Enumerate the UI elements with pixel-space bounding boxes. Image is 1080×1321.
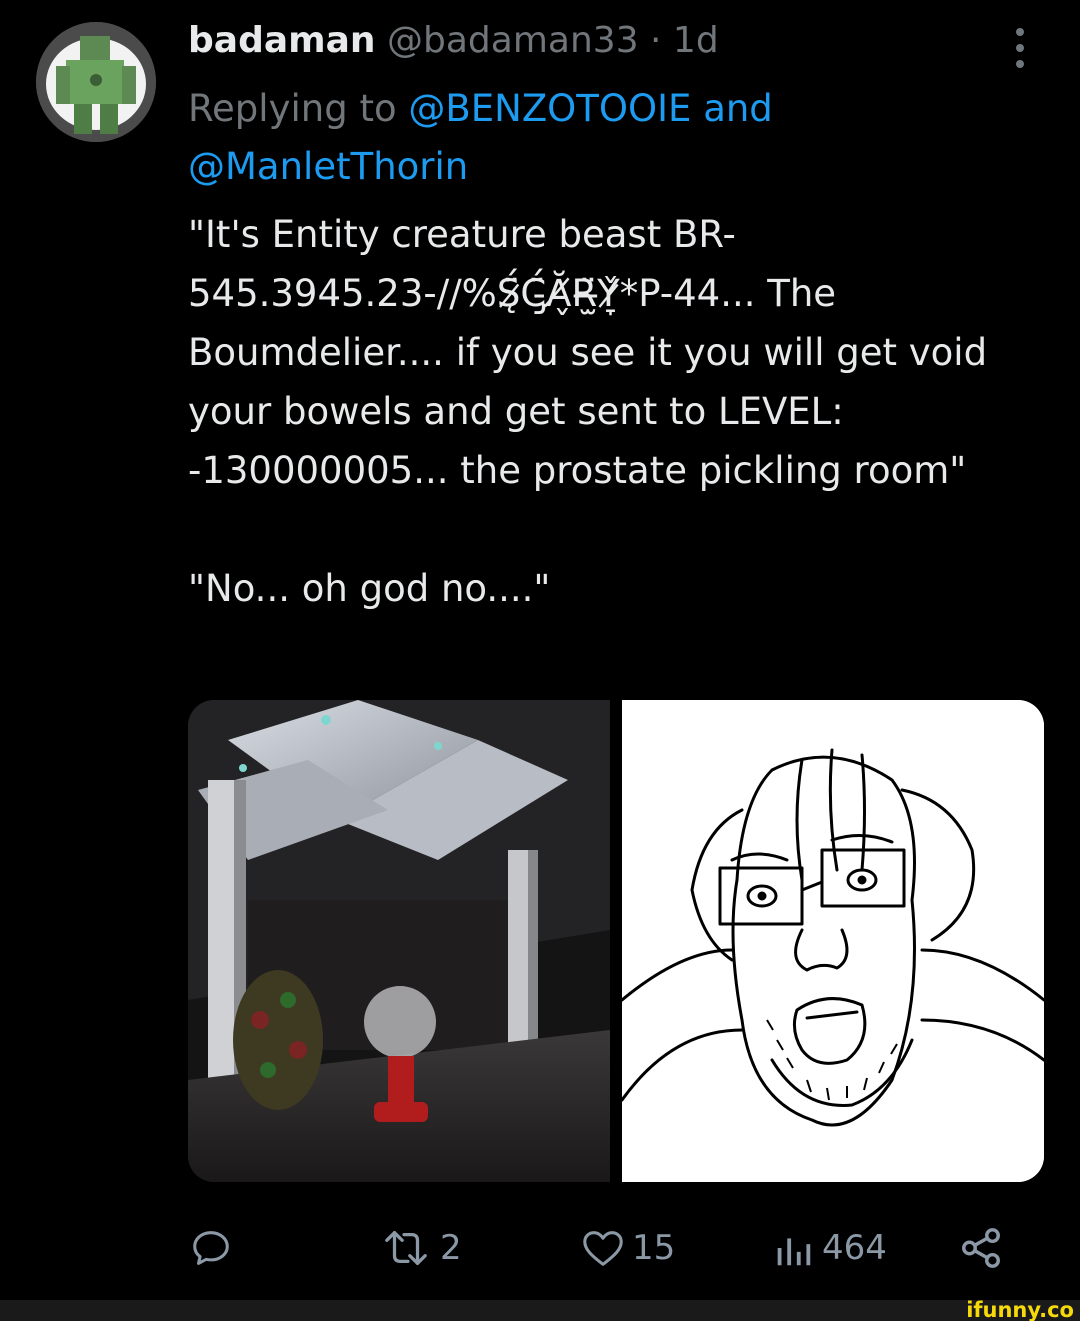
retweet-button[interactable]: 2 (378, 1218, 462, 1278)
speech-bubble-icon (193, 1231, 229, 1265)
tweet-actions: 2 15 464 (188, 1218, 1038, 1278)
like-count: 15 (632, 1228, 676, 1268)
avatar[interactable] (36, 22, 156, 142)
retweet-icon (385, 1231, 427, 1265)
share-nodes-icon (962, 1228, 1000, 1268)
tweet-header: badaman @badaman33 · 1d (188, 18, 719, 64)
reply-conjunction: and (703, 87, 773, 130)
reply-prefix: Replying to (188, 87, 397, 130)
views-count: 464 (822, 1228, 887, 1268)
author-handle-time[interactable]: @badaman33 · 1d (387, 20, 719, 61)
ifunny-watermark: ifunny.co (966, 1298, 1074, 1321)
more-vertical-icon[interactable] (1004, 28, 1036, 68)
mention-link[interactable]: @BENZOTOOIE (408, 87, 691, 130)
retweet-count: 2 (440, 1228, 462, 1268)
tweet-media[interactable] (188, 700, 1044, 1182)
bar-chart-icon (777, 1238, 811, 1266)
heart-icon (583, 1231, 623, 1266)
author-display-name[interactable]: badaman (188, 20, 376, 61)
mention-link[interactable]: @ManletThorin (188, 145, 468, 188)
mall-photo[interactable] (188, 700, 610, 1182)
reply-button[interactable] (188, 1218, 234, 1278)
avatar-image (36, 22, 156, 142)
share-button[interactable] (958, 1218, 1004, 1278)
views-button[interactable]: 464 (770, 1218, 887, 1278)
like-button[interactable]: 15 (580, 1218, 675, 1278)
tweet-text: "It's Entity creature beast BR-545.3945.… (188, 213, 988, 610)
wojak-drawing[interactable] (620, 700, 1044, 1182)
replying-to: Replying to @BENZOTOOIE and @ManletThori… (188, 80, 968, 196)
watermark-bar: ifunny.co (0, 1300, 1080, 1321)
